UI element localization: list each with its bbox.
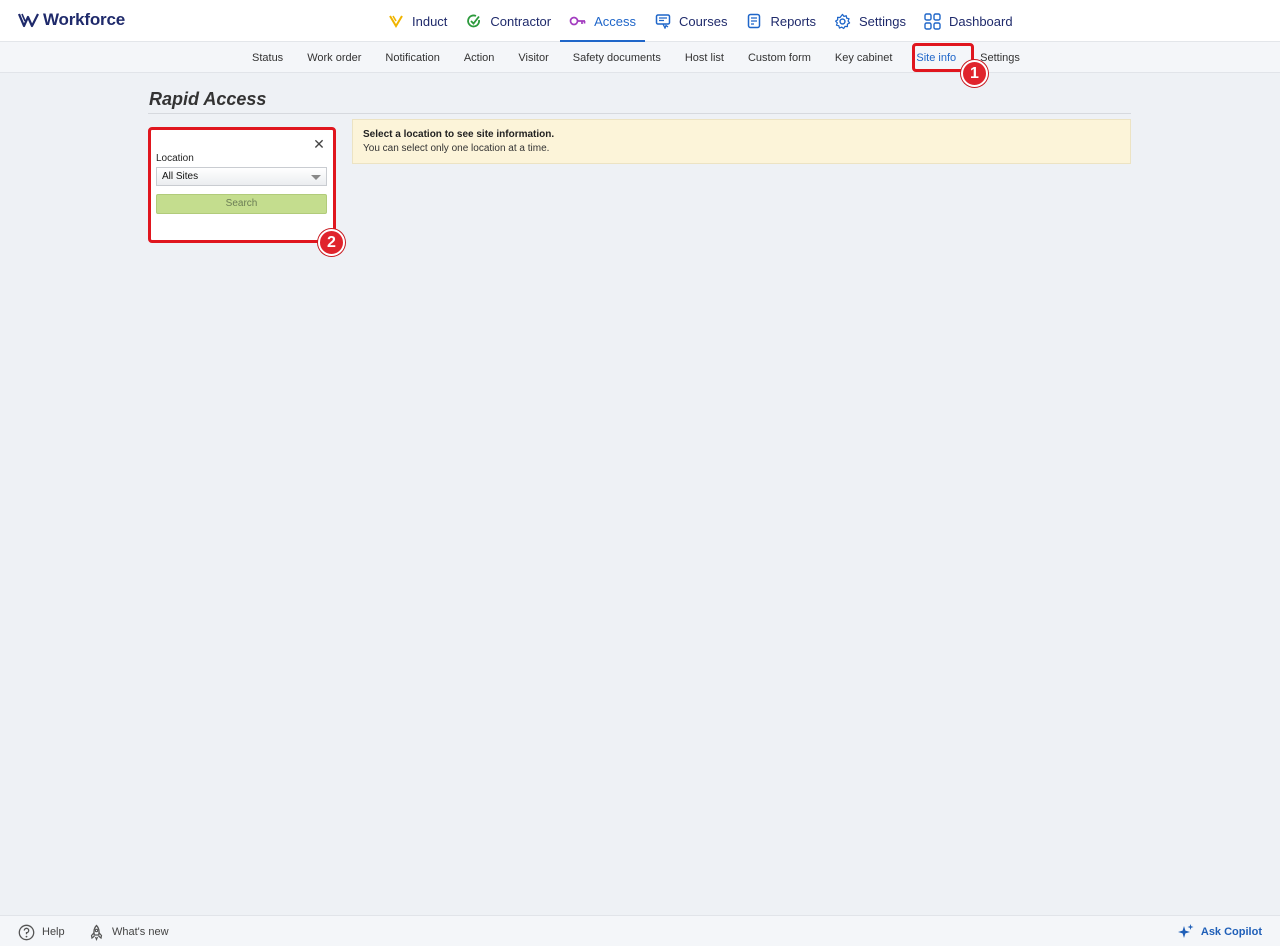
sparkle-icon xyxy=(1177,924,1194,938)
nav-item-courses[interactable]: Courses xyxy=(645,0,736,42)
nav-item-contractor[interactable]: Contractor xyxy=(456,0,560,42)
workforce-logo-icon xyxy=(18,13,39,28)
location-filter-panel: ✕ Location All Sites Search xyxy=(151,130,333,240)
tab-visitor[interactable]: Visitor xyxy=(506,42,560,73)
workforce-logo[interactable]: Workforce xyxy=(18,9,125,31)
sub-navigation-bar: Status Work order Notification Action Vi… xyxy=(0,42,1280,73)
whats-new-link[interactable]: What's new xyxy=(88,923,169,941)
contractor-check-icon xyxy=(465,12,483,30)
nav-item-access[interactable]: Access xyxy=(560,0,645,42)
annotation-badge-1: 1 xyxy=(961,60,988,87)
nav-item-dashboard[interactable]: Dashboard xyxy=(915,0,1022,42)
induct-icon xyxy=(387,12,405,30)
sub-nav: Status Work order Notification Action Vi… xyxy=(240,42,1032,73)
nav-item-reports[interactable]: Reports xyxy=(736,0,825,42)
location-selected-value: All Sites xyxy=(162,171,199,182)
tab-notification[interactable]: Notification xyxy=(373,42,451,73)
location-select[interactable]: All Sites xyxy=(156,167,327,186)
help-label: Help xyxy=(42,926,65,938)
close-icon[interactable]: ✕ xyxy=(313,137,325,151)
top-navigation-bar: Workforce Induct Contractor Access Cours… xyxy=(0,0,1280,42)
site-info-message: Select a location to see site informatio… xyxy=(352,119,1131,164)
nav-label: Settings xyxy=(858,13,906,29)
tab-site-info[interactable]: Site info xyxy=(904,42,968,73)
main-nav: Induct Contractor Access Courses Reports xyxy=(378,0,1022,42)
tab-action[interactable]: Action xyxy=(452,42,507,73)
dashboard-grid-icon xyxy=(924,12,942,30)
title-divider xyxy=(148,113,1131,114)
annotation-badge-2: 2 xyxy=(318,229,345,256)
location-label: Location xyxy=(156,153,194,164)
key-icon xyxy=(569,12,587,30)
nav-item-settings[interactable]: Settings xyxy=(825,0,915,42)
chevron-down-icon xyxy=(311,175,321,180)
tab-status[interactable]: Status xyxy=(240,42,295,73)
page-title: Rapid Access xyxy=(149,89,267,109)
nav-label: Dashboard xyxy=(948,13,1013,29)
tab-work-order[interactable]: Work order xyxy=(295,42,373,73)
nav-label: Access xyxy=(594,13,637,29)
ask-copilot-button[interactable]: Ask Copilot xyxy=(1177,923,1262,941)
tab-custom-form[interactable]: Custom form xyxy=(736,42,823,73)
tab-host-list[interactable]: Host list xyxy=(673,42,736,73)
reports-icon xyxy=(745,12,763,30)
whats-new-label: What's new xyxy=(112,926,169,938)
nav-label: Induct xyxy=(412,13,448,29)
ask-copilot-label: Ask Copilot xyxy=(1200,926,1262,938)
footer-bar: Help What's new Ask Copilot xyxy=(0,915,1280,946)
tab-key-cabinet[interactable]: Key cabinet xyxy=(823,42,904,73)
nav-label: Contractor xyxy=(490,13,552,29)
gear-icon xyxy=(834,12,852,30)
help-icon xyxy=(18,924,35,940)
tab-safety-documents[interactable]: Safety documents xyxy=(561,42,673,73)
rocket-icon xyxy=(90,924,103,941)
brand-name: Workforce xyxy=(43,10,125,29)
info-subtext: You can select only one location at a ti… xyxy=(363,143,550,154)
nav-label: Reports xyxy=(770,13,816,29)
nav-item-induct[interactable]: Induct xyxy=(378,0,456,42)
nav-label: Courses xyxy=(679,13,728,29)
info-heading: Select a location to see site informatio… xyxy=(363,129,555,140)
search-button[interactable]: Search xyxy=(156,194,327,214)
help-link[interactable]: Help xyxy=(18,923,65,941)
courses-icon xyxy=(654,12,672,30)
